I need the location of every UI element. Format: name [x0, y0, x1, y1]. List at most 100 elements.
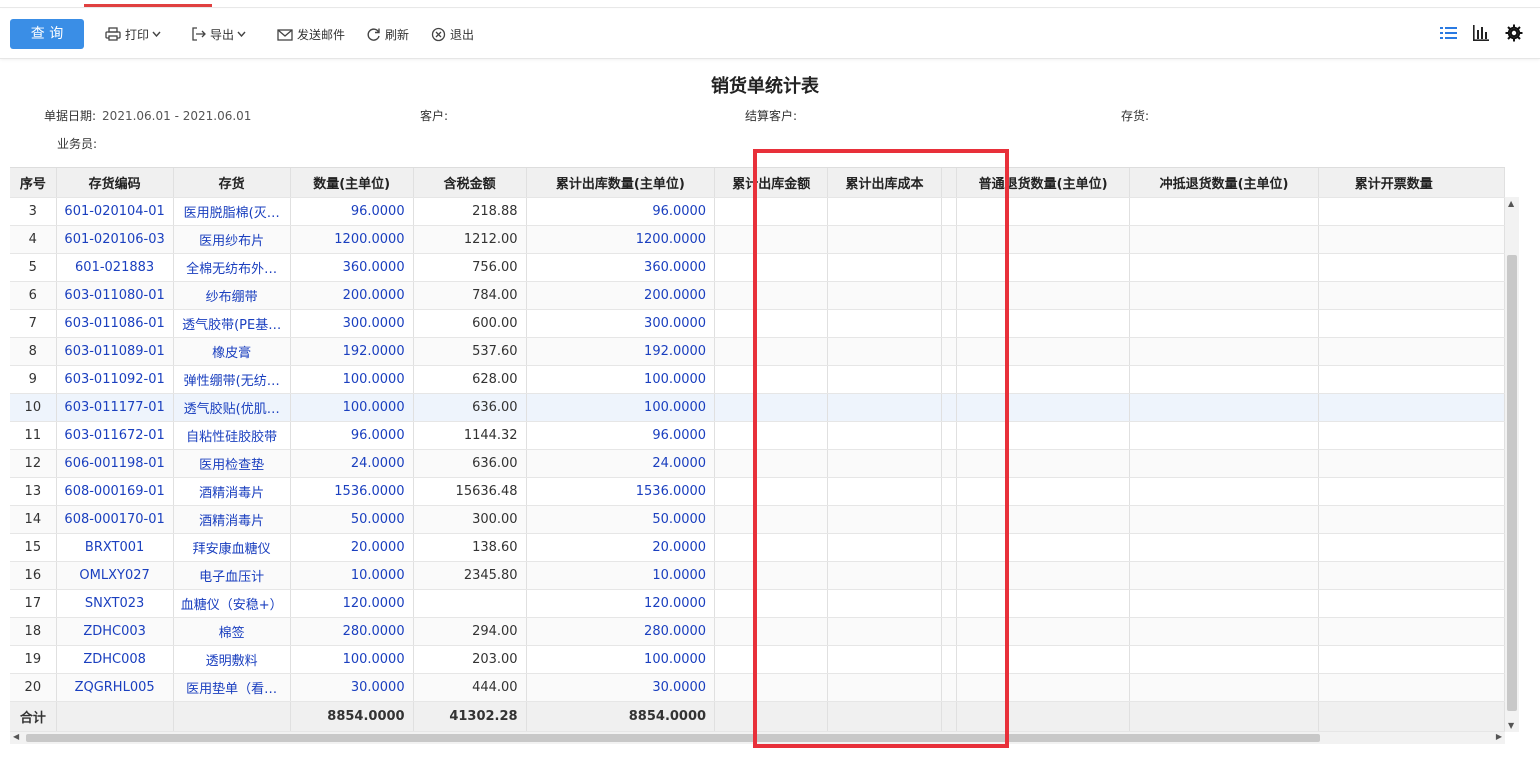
table-cell: 96.0000 [526, 197, 716, 226]
table-row[interactable]: 8 603-011089-01 橡皮膏 192.0000 537.60 192.0000 [10, 337, 1505, 366]
table-cell: 100.0000 [290, 393, 414, 422]
table-cell: 9 [10, 365, 57, 394]
table-row[interactable]: 5 601-021883 全棉无纺布外… 360.0000 756.00 360.0000 [10, 253, 1505, 282]
filter-salesman: 业务员: [57, 135, 97, 152]
table-cell [827, 393, 942, 422]
table-row[interactable]: 12 606-001198-01 医用检查垫 24.0000 636.00 24.0000 [10, 449, 1505, 478]
table-cell: 192.0000 [290, 337, 414, 366]
table-cell [714, 197, 829, 226]
table-cell [827, 673, 942, 702]
column-header[interactable]: 累计开票数量 [1318, 168, 1505, 198]
table-row[interactable]: 17 SNXT023 血糖仪（安稳+） 120.0000 120.0000 [10, 589, 1505, 618]
table-row[interactable]: 15 BRXT001 拜安康血糖仪 20.0000 138.60 20.0000 [10, 533, 1505, 562]
scroll-left-icon[interactable]: ◀ [13, 732, 19, 741]
table-cell [956, 309, 1131, 338]
table-row[interactable]: 19 ZDHC008 透明敷料 100.0000 203.00 100.0000 [10, 645, 1505, 674]
table-cell [714, 309, 829, 338]
table-cell: 19 [10, 645, 57, 674]
table-cell: 192.0000 [526, 337, 716, 366]
horizontal-scroll-thumb[interactable] [26, 734, 1320, 742]
column-header[interactable]: 数量(主单位) [290, 168, 414, 198]
horizontal-scrollbar[interactable]: ◀ ▶ [10, 732, 1505, 744]
column-header[interactable]: 存货 [173, 168, 291, 198]
table-cell [956, 477, 1131, 506]
gear-icon[interactable] [1504, 23, 1524, 43]
table-cell: 280.0000 [526, 617, 716, 646]
refresh-label: 刷新 [385, 27, 410, 42]
total-amount: 41302.28 [413, 701, 527, 732]
table-cell: 透明敷料 [173, 645, 291, 674]
table-cell [941, 197, 957, 226]
vertical-scrollbar[interactable]: ▲ ▼ [1505, 197, 1519, 732]
table-row[interactable]: 13 608-000169-01 酒精消毒片 1536.0000 15636.48 153… [10, 477, 1505, 506]
table-cell [956, 253, 1131, 282]
table-cell [827, 561, 942, 590]
table-cell: 弹性绷带(无纺… [173, 365, 291, 394]
column-header[interactable]: 普通退货数量(主单位) [956, 168, 1131, 198]
table-cell [1318, 365, 1505, 394]
scroll-right-icon[interactable]: ▶ [1496, 732, 1502, 741]
filter-date-label: 单据日期: [44, 109, 97, 123]
filter-date: 单据日期: 2021.06.01 - 2021.06.01 [44, 107, 251, 124]
table-cell: 24.0000 [290, 449, 414, 478]
table-cell: 14 [10, 505, 57, 534]
table-cell: BRXT001 [56, 533, 174, 562]
table-cell: 606-001198-01 [56, 449, 174, 478]
table-row[interactable]: 20 ZQGRHL005 医用垫单（看… 30.0000 444.00 30.0000 [10, 673, 1505, 702]
column-header[interactable]: 累计出库成本 [827, 168, 942, 198]
table-row[interactable]: 4 601-020106-03 医用纱布片 1200.0000 1212.00 1200.… [10, 225, 1505, 254]
filter-date-value: 2021.06.01 - 2021.06.01 [102, 109, 252, 123]
table-row[interactable]: 11 603-011672-01 自粘性硅胶胶带 96.0000 1144.32 96.0… [10, 421, 1505, 450]
table-cell: 1536.0000 [526, 477, 716, 506]
column-header[interactable]: 序号 [10, 168, 57, 198]
table-row[interactable]: 18 ZDHC003 棉签 280.0000 294.00 280.0000 [10, 617, 1505, 646]
table-row[interactable]: 9 603-011092-01 弹性绷带(无纺… 100.0000 628.00 100.… [10, 365, 1505, 394]
table-row[interactable]: 16 OMLXY027 电子血压计 10.0000 2345.80 10.0000 [10, 561, 1505, 590]
table-cell: 橡皮膏 [173, 337, 291, 366]
table-cell: 603-011089-01 [56, 337, 174, 366]
table-row[interactable]: 6 603-011080-01 纱布绷带 200.0000 784.00 200.0000 [10, 281, 1505, 310]
table-cell [956, 197, 1131, 226]
table-cell [1129, 673, 1319, 702]
table-cell: 280.0000 [290, 617, 414, 646]
list-view-icon[interactable] [1440, 25, 1458, 41]
exit-button[interactable]: 退出 [431, 24, 474, 44]
filter-stock-label: 存货: [1121, 109, 1150, 123]
export-button[interactable]: 导出 [191, 24, 250, 44]
table-cell: 600.00 [413, 309, 527, 338]
table-row[interactable]: 10 603-011177-01 透气胶贴(优肌… 100.0000 636.00 100… [10, 393, 1505, 422]
column-header[interactable]: 含税金额 [413, 168, 527, 198]
column-header[interactable]: 累计出库数量(主单位) [526, 168, 716, 198]
table-cell [956, 393, 1131, 422]
query-button[interactable]: 查 询 [10, 19, 84, 49]
table-cell [941, 421, 957, 450]
table-cell: 1144.32 [413, 421, 527, 450]
table-cell [1129, 589, 1319, 618]
print-button[interactable]: 打印 [105, 24, 165, 44]
active-tab-indicator [84, 4, 212, 7]
table-cell [1129, 393, 1319, 422]
table-cell: 6 [10, 281, 57, 310]
scroll-down-icon[interactable]: ▼ [1508, 721, 1514, 730]
refresh-button[interactable]: 刷新 [366, 24, 409, 44]
table-cell [1129, 421, 1319, 450]
table-cell: 15636.48 [413, 477, 527, 506]
table-cell [1129, 533, 1319, 562]
table-cell [827, 645, 942, 674]
bar-chart-icon[interactable] [1472, 24, 1490, 42]
column-header[interactable]: 冲抵退货数量(主单位) [1129, 168, 1319, 198]
table-cell: 自粘性硅胶胶带 [173, 421, 291, 450]
table-cell [1129, 701, 1319, 732]
scroll-up-icon[interactable]: ▲ [1508, 199, 1514, 208]
column-header[interactable]: 存货编码 [56, 168, 174, 198]
table-cell: 603-011672-01 [56, 421, 174, 450]
column-header[interactable]: 累计出库金额 [714, 168, 829, 198]
table-row[interactable]: 3 601-020104-01 医用脱脂棉(灭… 96.0000 218.88 96.00… [10, 197, 1505, 226]
table-row[interactable]: 14 608-000170-01 酒精消毒片 50.0000 300.00 50.0000 [10, 505, 1505, 534]
vertical-scroll-thumb[interactable] [1507, 255, 1517, 711]
table-cell: 218.88 [413, 197, 527, 226]
filter-customer-label: 客户: [420, 109, 449, 123]
send-email-button[interactable]: 发送邮件 [277, 24, 345, 44]
table-row[interactable]: 7 603-011086-01 透气胶带(PE基… 300.0000 600.00 300… [10, 309, 1505, 338]
table-cell: 20.0000 [526, 533, 716, 562]
